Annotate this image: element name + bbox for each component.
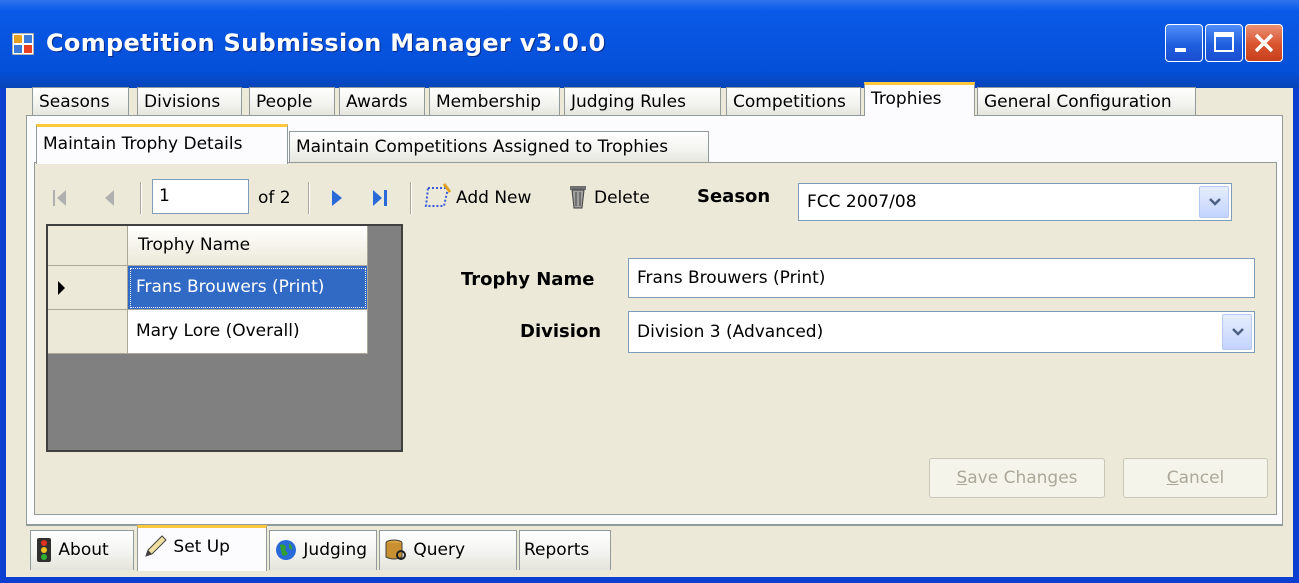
- close-button[interactable]: [1245, 24, 1283, 62]
- season-combo[interactable]: FCC 2007/08: [798, 183, 1232, 221]
- maximize-button[interactable]: [1205, 24, 1243, 62]
- row-header[interactable]: [48, 310, 128, 354]
- tab-label: Judging: [303, 540, 368, 560]
- move-first-button[interactable]: [50, 172, 74, 224]
- delete-button[interactable]: Delete: [566, 172, 680, 224]
- pencil-icon: [145, 535, 167, 557]
- tab-label: Maintain Competitions Assigned to Trophi…: [296, 137, 669, 157]
- move-first-icon: [53, 190, 66, 206]
- cancel-accesskey: C: [1166, 468, 1179, 488]
- add-new-button[interactable]: Add New: [424, 172, 554, 224]
- grid-cell-trophy-name[interactable]: Frans Brouwers (Print): [128, 266, 368, 310]
- move-last-icon: [373, 190, 387, 206]
- tab-label: Reports: [524, 540, 590, 560]
- tab-label: Seasons: [39, 92, 110, 112]
- tab-awards[interactable]: Awards: [339, 87, 425, 116]
- division-combo[interactable]: Division 3 (Advanced): [628, 311, 1255, 353]
- tab-label: Query: [413, 540, 466, 560]
- tab-set-up[interactable]: Set Up: [137, 525, 267, 571]
- move-previous-icon: [105, 190, 114, 206]
- delete-label: Delete: [594, 188, 650, 208]
- close-icon: [1254, 33, 1274, 53]
- tab-seasons[interactable]: Seasons: [32, 87, 129, 116]
- division-dropdown-button[interactable]: [1222, 314, 1252, 350]
- traffic-light-icon: [37, 538, 51, 562]
- trophy-name-label: Trophy Name: [461, 269, 595, 290]
- save-accesskey: S: [956, 468, 968, 488]
- tab-maintain-competitions-assigned[interactable]: Maintain Competitions Assigned to Trophi…: [289, 131, 709, 164]
- minimize-icon: [1175, 48, 1186, 52]
- tab-label: Trophies: [871, 89, 942, 109]
- tab-label: Awards: [346, 92, 408, 112]
- tab-query[interactable]: Query: [379, 530, 517, 570]
- trophy-name-input[interactable]: Frans Brouwers (Print): [628, 258, 1255, 298]
- save-label: ave Changes: [967, 468, 1078, 488]
- move-last-button[interactable]: [370, 172, 394, 224]
- minimize-button[interactable]: [1165, 24, 1203, 62]
- tab-label: About: [58, 540, 109, 560]
- tab-label: Divisions: [144, 92, 221, 112]
- grid-corner: [48, 226, 128, 266]
- tab-label: Membership: [436, 92, 542, 112]
- grid-header-trophy-name[interactable]: Trophy Name: [128, 226, 368, 266]
- maximize-icon: [1214, 32, 1234, 52]
- cancel-button[interactable]: Cancel: [1123, 458, 1268, 498]
- tab-label: Competitions: [733, 92, 846, 112]
- division-value: Division 3 (Advanced): [637, 322, 824, 342]
- tab-general-configuration[interactable]: General Configuration: [977, 87, 1196, 116]
- tab-membership[interactable]: Membership: [429, 87, 560, 116]
- grid-cell-trophy-name[interactable]: Mary Lore (Overall): [128, 310, 368, 354]
- position-input[interactable]: 1: [152, 179, 249, 214]
- globe-icon: [276, 540, 296, 560]
- season-dropdown-button[interactable]: [1199, 186, 1229, 218]
- binding-navigator: of 2 Add New Delete: [40, 172, 684, 224]
- tab-judging-rules[interactable]: Judging Rules: [564, 87, 721, 116]
- app-window: Competition Submission Manager v3.0.0 Se…: [0, 0, 1299, 583]
- tab-maintain-trophy-details[interactable]: Maintain Trophy Details: [36, 124, 288, 164]
- tab-label: General Configuration: [984, 92, 1172, 112]
- app-grid-icon: [12, 33, 34, 55]
- tab-label: Judging Rules: [571, 92, 686, 112]
- tab-judging[interactable]: Judging: [269, 530, 377, 570]
- tab-divisions[interactable]: Divisions: [137, 87, 242, 116]
- save-changes-button[interactable]: Save Changes: [929, 458, 1105, 498]
- tab-about[interactable]: About: [30, 530, 134, 570]
- window-title: Competition Submission Manager v3.0.0: [46, 29, 606, 57]
- row-header-current[interactable]: [48, 266, 128, 310]
- record-count: of 2: [258, 188, 291, 208]
- tab-reports[interactable]: Reports: [519, 530, 611, 570]
- add-new-icon: [424, 183, 452, 207]
- move-next-button[interactable]: [328, 172, 348, 224]
- move-next-icon: [332, 190, 342, 206]
- trash-icon: [570, 186, 586, 209]
- chevron-down-icon: [1232, 328, 1244, 336]
- add-new-label: Add New: [456, 188, 532, 208]
- season-label: Season: [697, 186, 771, 207]
- chevron-down-icon: [1209, 198, 1221, 206]
- database-icon: [385, 539, 406, 560]
- current-row-icon: [58, 281, 65, 295]
- season-value: FCC 2007/08: [807, 192, 917, 212]
- tab-people[interactable]: People: [249, 87, 335, 116]
- title-bar[interactable]: Competition Submission Manager v3.0.0: [0, 0, 1299, 88]
- tab-label: Set Up: [173, 537, 230, 557]
- move-previous-button[interactable]: [100, 172, 124, 224]
- tab-trophies[interactable]: Trophies: [864, 82, 975, 116]
- trophy-grid: Trophy Name Frans Brouwers (Print) Mary …: [46, 224, 403, 452]
- tab-label: People: [256, 92, 313, 112]
- cancel-label: ancel: [1178, 468, 1225, 488]
- tab-competitions[interactable]: Competitions: [726, 87, 861, 116]
- division-label: Division: [520, 321, 602, 342]
- tab-label: Maintain Trophy Details: [43, 134, 243, 154]
